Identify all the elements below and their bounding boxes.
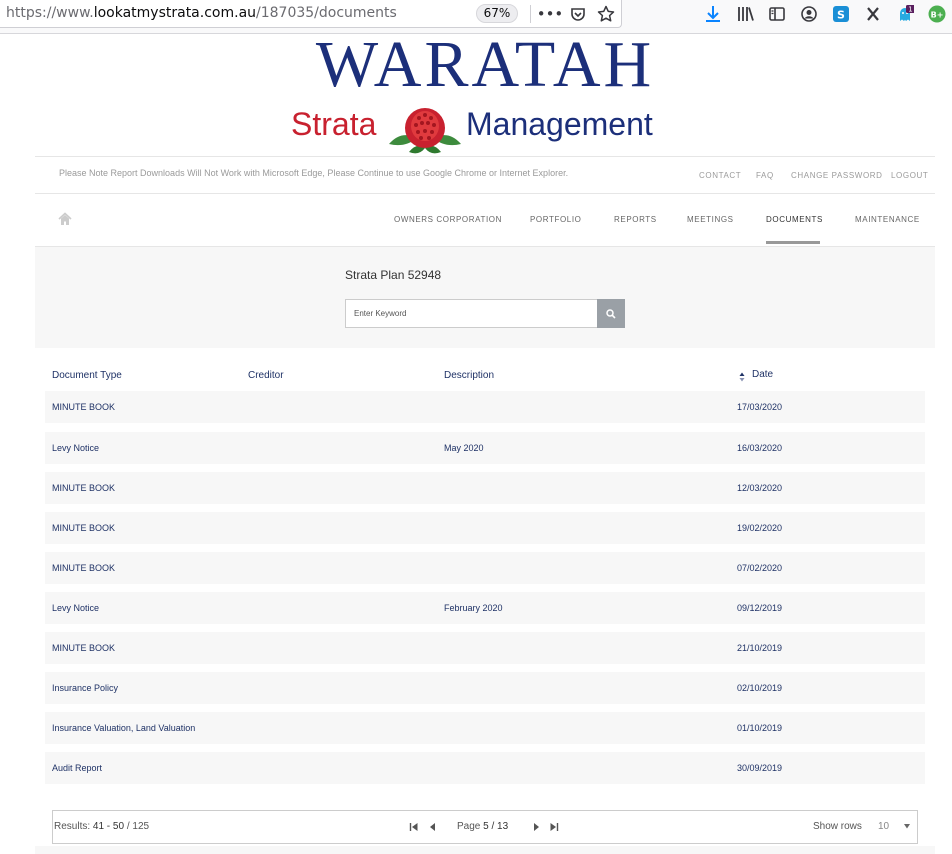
- chevron-down-icon: [904, 824, 910, 829]
- nav-portfolio[interactable]: PORTFOLIO: [530, 215, 581, 224]
- last-page-icon[interactable]: [549, 822, 559, 832]
- bookmark-star-icon[interactable]: [596, 4, 616, 24]
- cell-document-type[interactable]: Audit Report: [52, 752, 102, 784]
- page-actions-icon[interactable]: •••: [537, 4, 564, 24]
- nav-owners-corporation[interactable]: OWNERS CORPORATION: [394, 215, 502, 224]
- results-summary: Results: 41 - 50 / 125: [54, 821, 150, 832]
- table-row[interactable]: Audit Report 30/09/2019: [45, 752, 925, 784]
- cell-date: 21/10/2019: [737, 643, 783, 653]
- table-row[interactable]: Levy Notice February 2020 09/12/2019: [45, 592, 925, 624]
- cell-date: 01/10/2019: [737, 723, 783, 733]
- pagination-bar: Results: 41 - 50 / 125 Page 5 / 13 Show …: [52, 810, 918, 844]
- cell-date: 12/03/2020: [737, 483, 783, 493]
- cell-description: February 2020: [444, 603, 503, 613]
- url-text: https://www.lookatmystrata.com.au/187035…: [6, 5, 397, 21]
- cell-date: 17/03/2020: [737, 402, 783, 412]
- svg-text:S: S: [837, 9, 845, 22]
- cell-document-type[interactable]: Insurance Valuation, Land Valuation: [52, 712, 195, 744]
- table-row[interactable]: Insurance Valuation, Land Valuation 01/1…: [45, 712, 925, 744]
- first-page-icon[interactable]: [409, 822, 419, 832]
- zoom-level-badge[interactable]: 67%: [476, 4, 518, 23]
- cell-document-type[interactable]: MINUTE BOOK: [52, 512, 115, 544]
- library-icon[interactable]: [736, 4, 756, 24]
- cell-description: May 2020: [444, 443, 484, 453]
- nav-divider-top: [35, 193, 935, 194]
- home-icon[interactable]: [58, 212, 72, 226]
- x-extension-icon[interactable]: [863, 4, 883, 24]
- logo-right-text: Management: [466, 106, 653, 142]
- contact-link[interactable]: CONTACT: [699, 171, 741, 180]
- nav-documents[interactable]: DOCUMENTS: [766, 215, 823, 224]
- header-document-type[interactable]: Document Type: [52, 370, 122, 381]
- change-password-link[interactable]: CHANGE PASSWORD: [791, 171, 883, 180]
- next-page-icon[interactable]: [531, 822, 541, 832]
- header-divider: [35, 156, 935, 157]
- sort-icon[interactable]: [739, 372, 745, 382]
- table-footer-background: [35, 846, 935, 854]
- page: https://www.lookatmystrata.com.au/187035…: [0, 0, 952, 854]
- nav-active-indicator: [766, 241, 820, 244]
- search-panel: [35, 247, 935, 348]
- browser-notice: Please Note Report Downloads Will Not Wo…: [59, 168, 569, 178]
- table-row[interactable]: MINUTE BOOK 12/03/2020: [45, 472, 925, 504]
- header-description[interactable]: Description: [444, 370, 494, 381]
- ghostery-extension-icon[interactable]: 1: [895, 4, 915, 24]
- header-creditor[interactable]: Creditor: [248, 370, 284, 381]
- cell-date: 02/10/2019: [737, 683, 783, 693]
- cell-document-type[interactable]: MINUTE BOOK: [52, 632, 115, 664]
- rows-per-page-select[interactable]: 10: [868, 816, 918, 838]
- table-row[interactable]: MINUTE BOOK 21/10/2019: [45, 632, 925, 664]
- nav-reports[interactable]: REPORTS: [614, 215, 657, 224]
- cell-date: 09/12/2019: [737, 603, 783, 613]
- table-row[interactable]: Insurance Policy 02/10/2019: [45, 672, 925, 704]
- search-button[interactable]: [597, 299, 625, 328]
- cell-document-type[interactable]: Levy Notice: [52, 592, 99, 624]
- cell-document-type[interactable]: Insurance Policy: [52, 672, 118, 704]
- header-date[interactable]: Date: [752, 369, 773, 380]
- logout-link[interactable]: LOGOUT: [891, 171, 928, 180]
- badge-count: 1: [908, 6, 912, 14]
- cell-document-type[interactable]: MINUTE BOOK: [52, 391, 115, 423]
- cell-date: 19/02/2020: [737, 523, 783, 533]
- cell-document-type[interactable]: Levy Notice: [52, 432, 99, 464]
- table-row[interactable]: MINUTE BOOK 19/02/2020: [45, 512, 925, 544]
- faq-link[interactable]: FAQ: [756, 171, 774, 180]
- cell-date: 16/03/2020: [737, 443, 783, 453]
- logo-left-text: Strata: [291, 106, 377, 142]
- download-icon[interactable]: [703, 4, 723, 24]
- strata-plan-title: Strata Plan 52948: [345, 268, 442, 282]
- search-icon: [606, 308, 616, 319]
- rows-per-page-value: 10: [878, 821, 890, 832]
- page-indicator: Page 5 / 13: [457, 821, 509, 832]
- cell-document-type[interactable]: MINUTE BOOK: [52, 472, 115, 504]
- skype-extension-icon[interactable]: S: [831, 4, 851, 24]
- account-icon[interactable]: [799, 4, 819, 24]
- sidebar-icon[interactable]: [767, 4, 787, 24]
- cell-date: 07/02/2020: [737, 563, 783, 573]
- profile-badge-icon[interactable]: B+: [927, 4, 947, 24]
- company-logo[interactable]: WARATAH Strata Management: [291, 28, 679, 154]
- nav-meetings[interactable]: MEETINGS: [687, 215, 734, 224]
- nav-maintenance[interactable]: MAINTENANCE: [855, 215, 920, 224]
- previous-page-icon[interactable]: [428, 822, 438, 832]
- waratah-flower-icon: [389, 108, 461, 154]
- logo-top-text: WARATAH: [315, 28, 655, 101]
- cell-date: 30/09/2019: [737, 763, 783, 773]
- table-row[interactable]: MINUTE BOOK 17/03/2020: [45, 391, 925, 423]
- cell-document-type[interactable]: MINUTE BOOK: [52, 552, 115, 584]
- address-bar[interactable]: https://www.lookatmystrata.com.au/187035…: [0, 0, 622, 28]
- table-row[interactable]: Levy Notice May 2020 16/03/2020: [45, 432, 925, 464]
- table-row[interactable]: MINUTE BOOK 07/02/2020: [45, 552, 925, 584]
- pocket-icon[interactable]: [568, 4, 588, 24]
- show-rows-label: Show rows: [813, 821, 862, 832]
- url-separator: [530, 5, 531, 23]
- profile-initials: B+: [931, 11, 944, 20]
- keyword-search-input[interactable]: [345, 299, 598, 328]
